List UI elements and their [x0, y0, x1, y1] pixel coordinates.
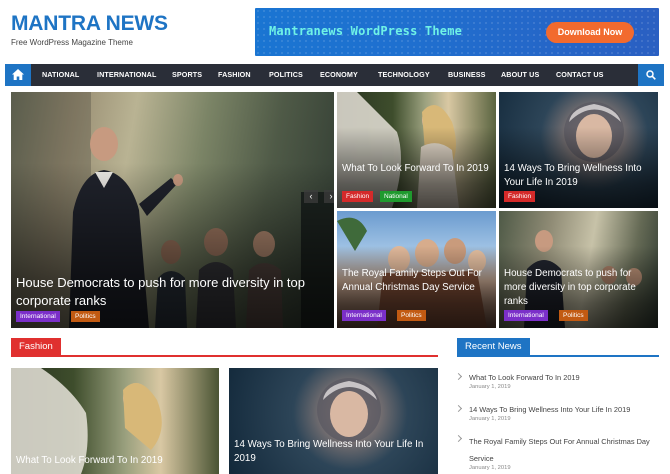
tag-fashion[interactable]: Fashion — [504, 191, 536, 202]
tag-politics[interactable]: Politics — [397, 310, 426, 321]
recent-news-item[interactable]: The Royal Family Steps Out For Annual Ch… — [454, 433, 663, 473]
featured-post-4[interactable]: House Democrats to push for more diversi… — [499, 211, 658, 328]
nav-item-about-us[interactable]: ABOUT US — [501, 64, 539, 86]
download-now-button[interactable]: Download Now — [546, 22, 634, 43]
recent-news-date: January 1, 2019 — [469, 384, 511, 390]
recent-news-item[interactable]: What To Look Forward To In 2019 January … — [454, 371, 661, 393]
recent-news-item[interactable]: 14 Ways To Bring Wellness Into Your Life… — [454, 403, 661, 425]
banner-text: Mantranews WordPress Theme — [269, 24, 463, 38]
recent-news-title[interactable]: The Royal Family Steps Out For Annual Ch… — [469, 433, 663, 467]
recent-news-divider — [457, 355, 659, 357]
recent-news-date: January 1, 2019 — [469, 416, 511, 422]
header-banner-ad[interactable]: Mantranews WordPress Theme Download Now — [255, 8, 659, 56]
home-icon — [12, 69, 24, 80]
nav-item-national[interactable]: NATIONAL — [42, 64, 79, 86]
featured-post-2[interactable]: 14 Ways To Bring Wellness Into Your Life… — [499, 92, 658, 208]
recent-news-title[interactable]: What To Look Forward To In 2019 — [469, 371, 661, 384]
fashion-post-2-title[interactable]: 14 Ways To Bring Wellness Into Your Life… — [234, 438, 434, 466]
tag-politics[interactable]: Politics — [71, 311, 100, 322]
nav-item-technology[interactable]: TECHNOLOGY — [378, 64, 430, 86]
chevron-right-icon: › — [329, 191, 333, 201]
tag-international[interactable]: International — [16, 311, 60, 322]
site-title[interactable]: MANTRA NEWS — [11, 12, 168, 36]
featured-post-2-title[interactable]: 14 Ways To Bring Wellness Into Your Life… — [504, 162, 656, 190]
site-tagline: Free WordPress Magazine Theme — [11, 38, 133, 47]
nav-item-fashion[interactable]: FASHION — [218, 64, 251, 86]
nav-search-button[interactable] — [638, 64, 664, 86]
featured-post-3[interactable]: The Royal Family Steps Out For Annual Ch… — [337, 211, 496, 328]
tag-fashion[interactable]: Fashion — [342, 191, 374, 202]
featured-post-4-title[interactable]: House Democrats to push for more diversi… — [504, 267, 656, 309]
nav-item-sports[interactable]: SPORTS — [172, 64, 202, 86]
site-header: MANTRA NEWS Free WordPress Magazine Them… — [0, 0, 670, 62]
chevron-right-icon — [454, 434, 463, 443]
main-navigation: NATIONAL INTERNATIONAL SPORTS FASHION PO… — [5, 64, 664, 86]
recent-news-title[interactable]: 14 Ways To Bring Wellness Into Your Life… — [469, 403, 661, 416]
featured-post-3-title[interactable]: The Royal Family Steps Out For Annual Ch… — [342, 267, 492, 295]
fashion-section-heading[interactable]: Fashion — [11, 338, 61, 356]
tag-international[interactable]: International — [342, 310, 386, 321]
recent-news-heading[interactable]: Recent News — [457, 338, 530, 356]
featured-main-title[interactable]: House Democrats to push for more diversi… — [16, 274, 331, 310]
fashion-section-divider — [11, 355, 438, 357]
featured-post-1-title[interactable]: What To Look Forward To In 2019 — [342, 162, 492, 176]
tag-national[interactable]: National — [380, 191, 412, 202]
fashion-post-1[interactable]: What To Look Forward To In 2019 — [11, 368, 219, 474]
fashion-post-2[interactable]: 14 Ways To Bring Wellness Into Your Life… — [229, 368, 438, 474]
featured-main-post[interactable]: ‹ › House Democrats to push for more div… — [11, 92, 334, 328]
chevron-right-icon — [454, 404, 463, 413]
featured-post-1[interactable]: What To Look Forward To In 2019 Fashion … — [337, 92, 496, 208]
chevron-left-icon: ‹ — [309, 191, 313, 201]
nav-item-politics[interactable]: POLITICS — [269, 64, 303, 86]
tag-international[interactable]: International — [504, 310, 548, 321]
slider-next-button[interactable]: › — [324, 190, 334, 203]
nav-home-button[interactable] — [5, 64, 31, 86]
recent-news-date: January 1, 2019 — [469, 465, 511, 471]
fashion-post-1-title[interactable]: What To Look Forward To In 2019 — [16, 454, 216, 468]
nav-item-business[interactable]: BUSINESS — [448, 64, 486, 86]
chevron-right-icon — [454, 372, 463, 381]
nav-item-economy[interactable]: ECONOMY — [320, 64, 358, 86]
nav-item-contact-us[interactable]: CONTACT US — [556, 64, 604, 86]
tag-politics[interactable]: Politics — [559, 310, 588, 321]
search-icon — [646, 70, 656, 80]
slider-prev-button[interactable]: ‹ — [304, 190, 318, 203]
nav-item-international[interactable]: INTERNATIONAL — [97, 64, 156, 86]
